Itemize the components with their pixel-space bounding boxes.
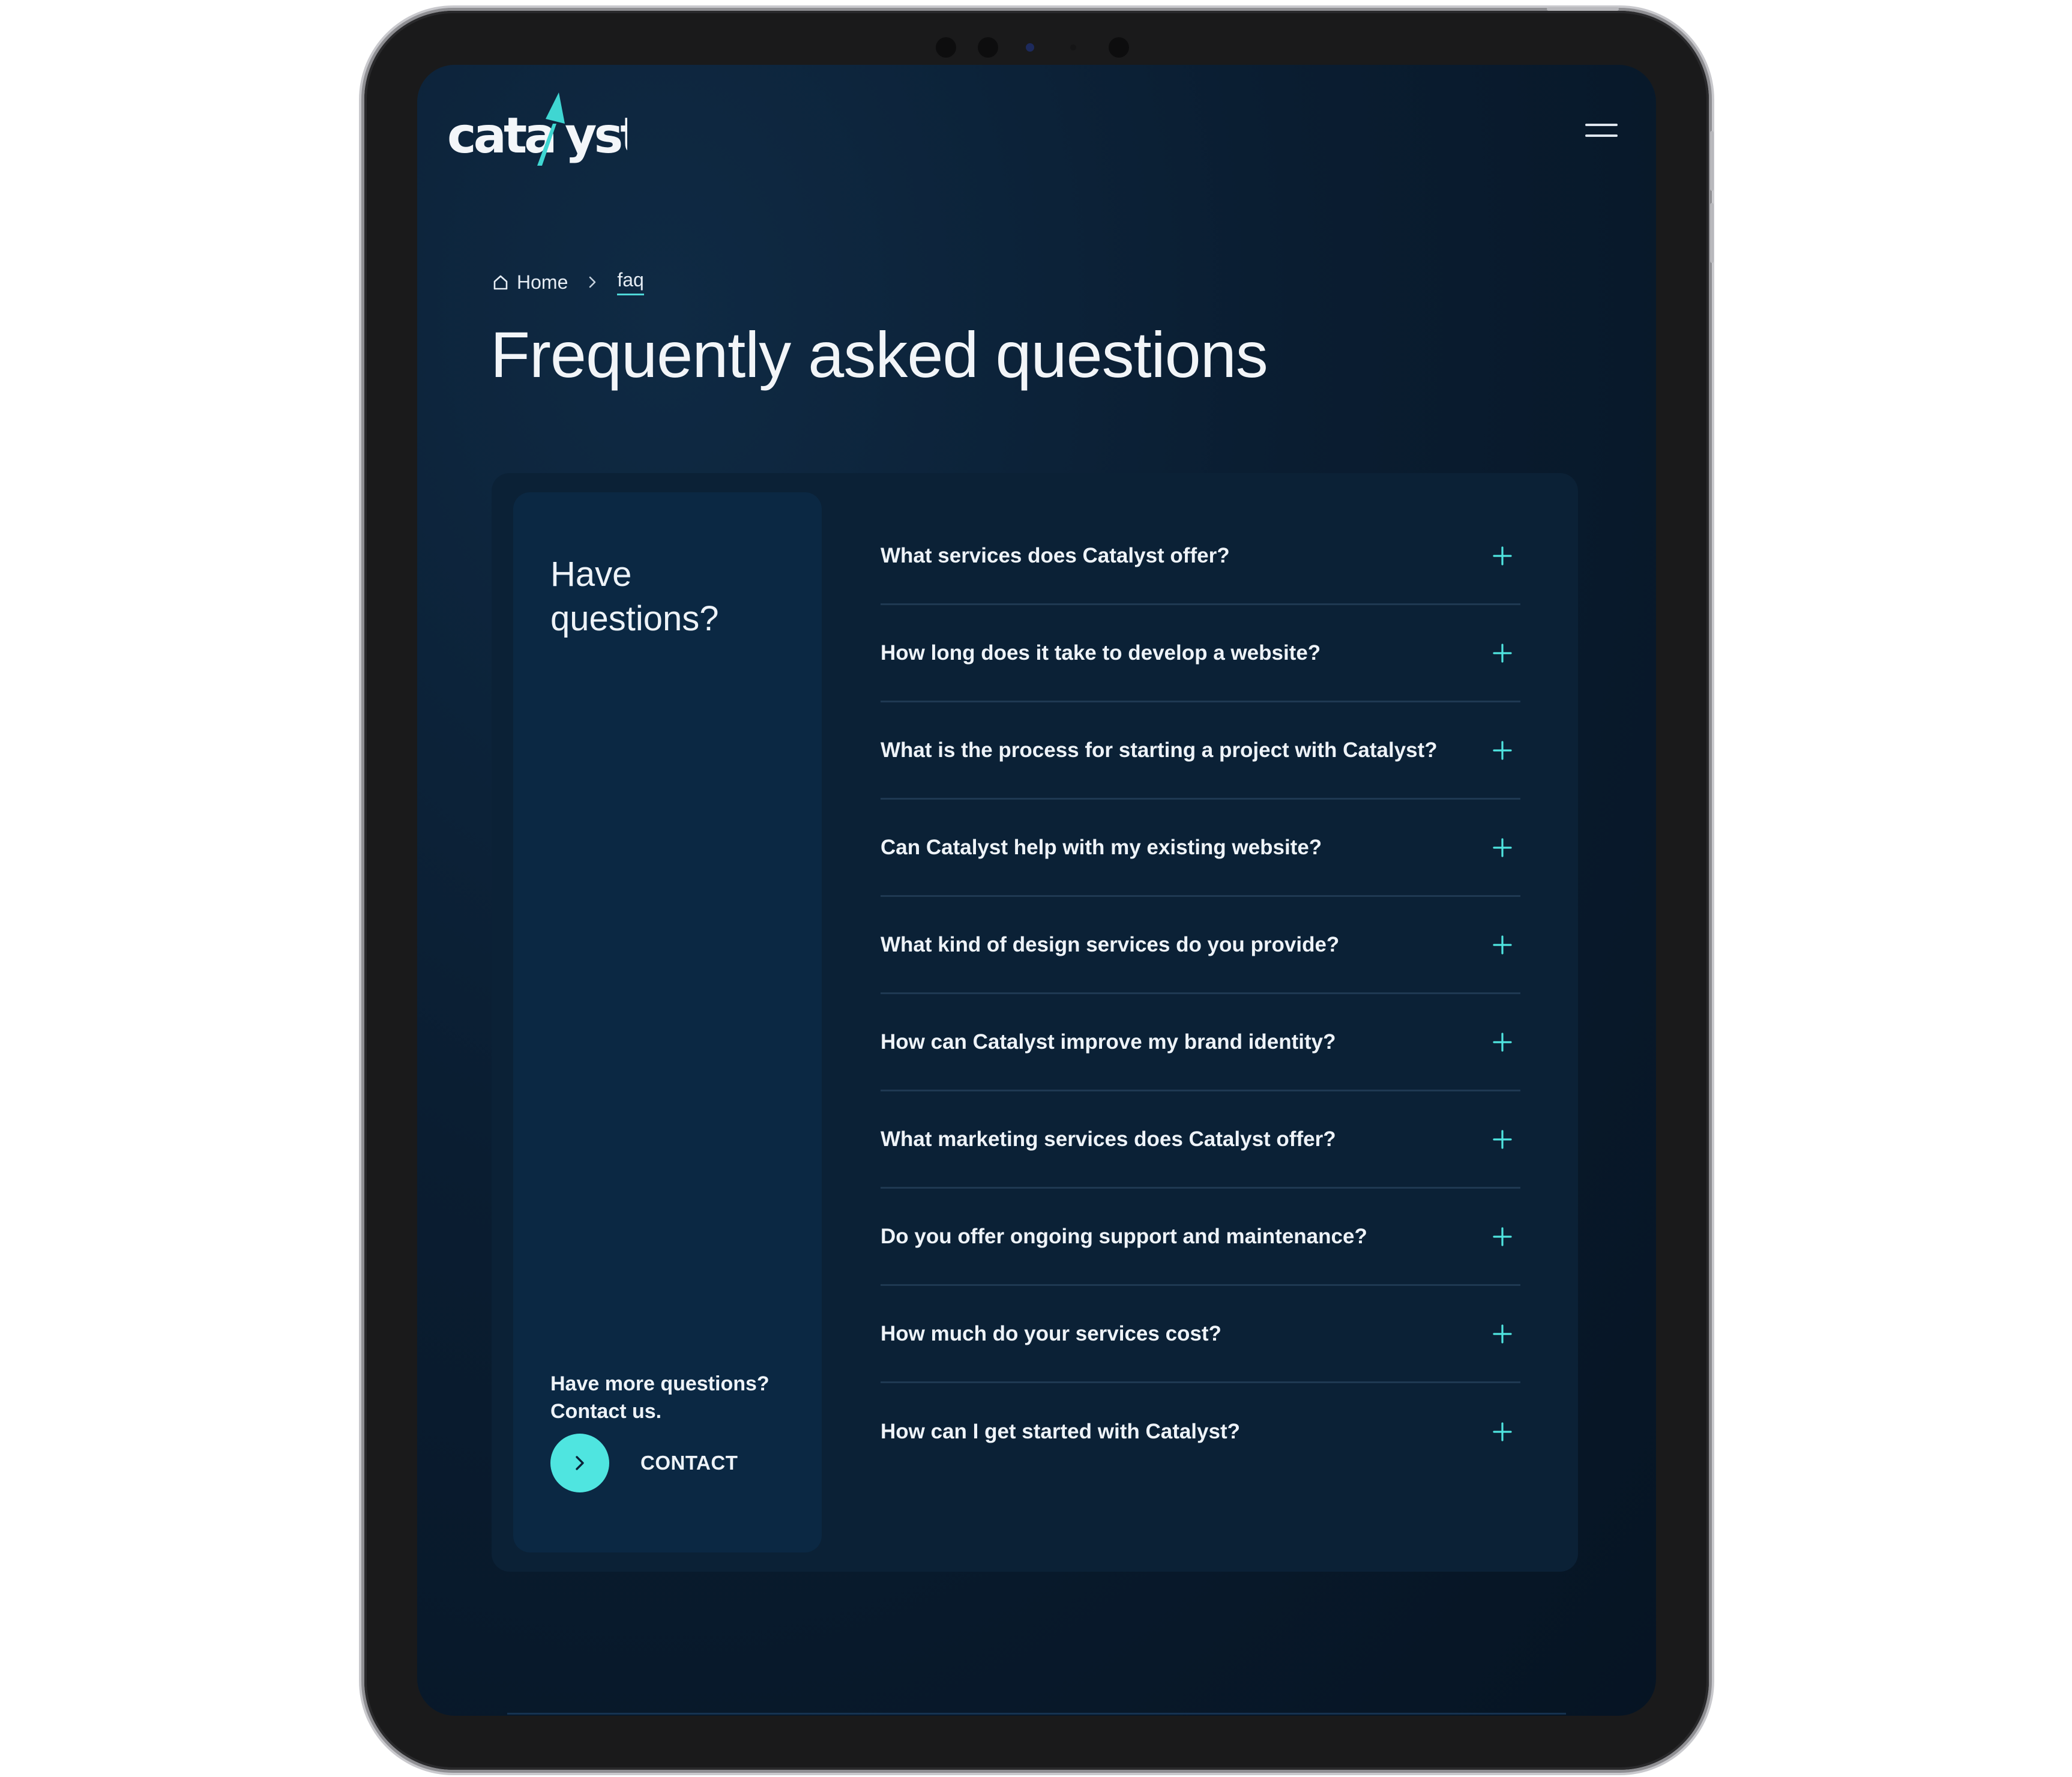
device-volume-down-button (1710, 203, 1714, 263)
device-top-button (1547, 7, 1619, 11)
faq-question[interactable]: What kind of design services do you prov… (881, 933, 1339, 957)
faq-question[interactable]: What services does Catalyst offer? (881, 544, 1230, 568)
faq-question[interactable]: What marketing services does Catalyst of… (881, 1127, 1336, 1151)
tablet-device-frame: cata yst Home faq Frequently asked quest… (364, 7, 1714, 1770)
catalyst-logo[interactable]: cata yst (447, 88, 646, 172)
faq-side-panel: Have questions? Have more questions? Con… (513, 492, 822, 1552)
front-camera-dot (1109, 37, 1129, 58)
breadcrumb-home-link[interactable]: Home (493, 271, 568, 294)
faq-list: What services does Catalyst offer? How l… (881, 508, 1520, 1480)
catalyst-logo-mark: cata yst (447, 92, 646, 166)
plus-icon[interactable] (1484, 538, 1520, 574)
faq-question[interactable]: What is the process for starting a proje… (881, 738, 1438, 762)
plus-icon[interactable] (1484, 1316, 1520, 1352)
logo-text-yst: yst (565, 107, 627, 164)
faq-question[interactable]: Can Catalyst help with my existing websi… (881, 836, 1322, 860)
faq-item[interactable]: How can I get started with Catalyst? (881, 1383, 1520, 1480)
faq-item[interactable]: Can Catalyst help with my existing websi… (881, 800, 1520, 897)
plus-icon[interactable] (1484, 1414, 1520, 1450)
plus-icon[interactable] (1484, 732, 1520, 768)
plus-icon[interactable] (1484, 927, 1520, 963)
chevron-right-icon (576, 1456, 584, 1470)
front-camera-dot (936, 37, 956, 58)
chevron-right-icon (589, 276, 596, 288)
faq-item[interactable]: How much do your services cost? (881, 1286, 1520, 1383)
plus-icon[interactable] (1484, 1219, 1520, 1255)
front-sensor-dot (1070, 44, 1076, 50)
logo-text-cata: cata (447, 107, 554, 164)
faq-item[interactable]: What services does Catalyst offer? (881, 508, 1520, 605)
faq-item[interactable]: How can Catalyst improve my brand identi… (881, 994, 1520, 1091)
faq-question[interactable]: How can I get started with Catalyst? (881, 1420, 1240, 1444)
faq-question[interactable]: How long does it take to develop a websi… (881, 641, 1321, 665)
faq-question[interactable]: How can Catalyst improve my brand identi… (881, 1030, 1336, 1054)
contact-button[interactable]: CONTACT (550, 1434, 738, 1492)
front-camera-lens (1026, 43, 1034, 52)
page-title: Frequently asked questions (490, 318, 1268, 391)
faq-item[interactable]: What marketing services does Catalyst of… (881, 1091, 1520, 1189)
plus-icon[interactable] (1484, 1121, 1520, 1157)
hamburger-menu-button[interactable] (1580, 119, 1622, 143)
hamburger-icon-line (1585, 124, 1618, 126)
hamburger-icon-line (1585, 134, 1618, 137)
breadcrumb-current-faq[interactable]: faq (617, 269, 644, 295)
side-panel-more-questions: Have more questions? Contact us. (550, 1372, 769, 1423)
contact-label[interactable]: CONTACT (640, 1452, 738, 1474)
faq-item[interactable]: What is the process for starting a proje… (881, 702, 1520, 800)
faq-item[interactable]: How long does it take to develop a websi… (881, 605, 1520, 702)
plus-icon[interactable] (1484, 830, 1520, 866)
plus-icon[interactable] (1484, 635, 1520, 671)
breadcrumb: Home faq (493, 269, 644, 295)
faq-item[interactable]: Do you offer ongoing support and mainten… (881, 1189, 1520, 1286)
faq-card: Have questions? Have more questions? Con… (492, 473, 1578, 1572)
screen-bottom-divider (507, 1713, 1566, 1715)
device-screen: cata yst Home faq Frequently asked quest… (417, 65, 1656, 1716)
device-volume-up-button (1710, 131, 1714, 191)
plus-icon[interactable] (1484, 1024, 1520, 1060)
home-icon (493, 275, 508, 290)
front-camera-dot (978, 37, 998, 58)
faq-item[interactable]: What kind of design services do you prov… (881, 897, 1520, 994)
side-panel-title: Have questions? (550, 555, 719, 638)
breadcrumb-home-label: Home (517, 271, 568, 293)
faq-question[interactable]: How much do your services cost? (881, 1322, 1221, 1346)
faq-question[interactable]: Do you offer ongoing support and mainten… (881, 1225, 1367, 1249)
contact-circle[interactable] (550, 1434, 609, 1492)
